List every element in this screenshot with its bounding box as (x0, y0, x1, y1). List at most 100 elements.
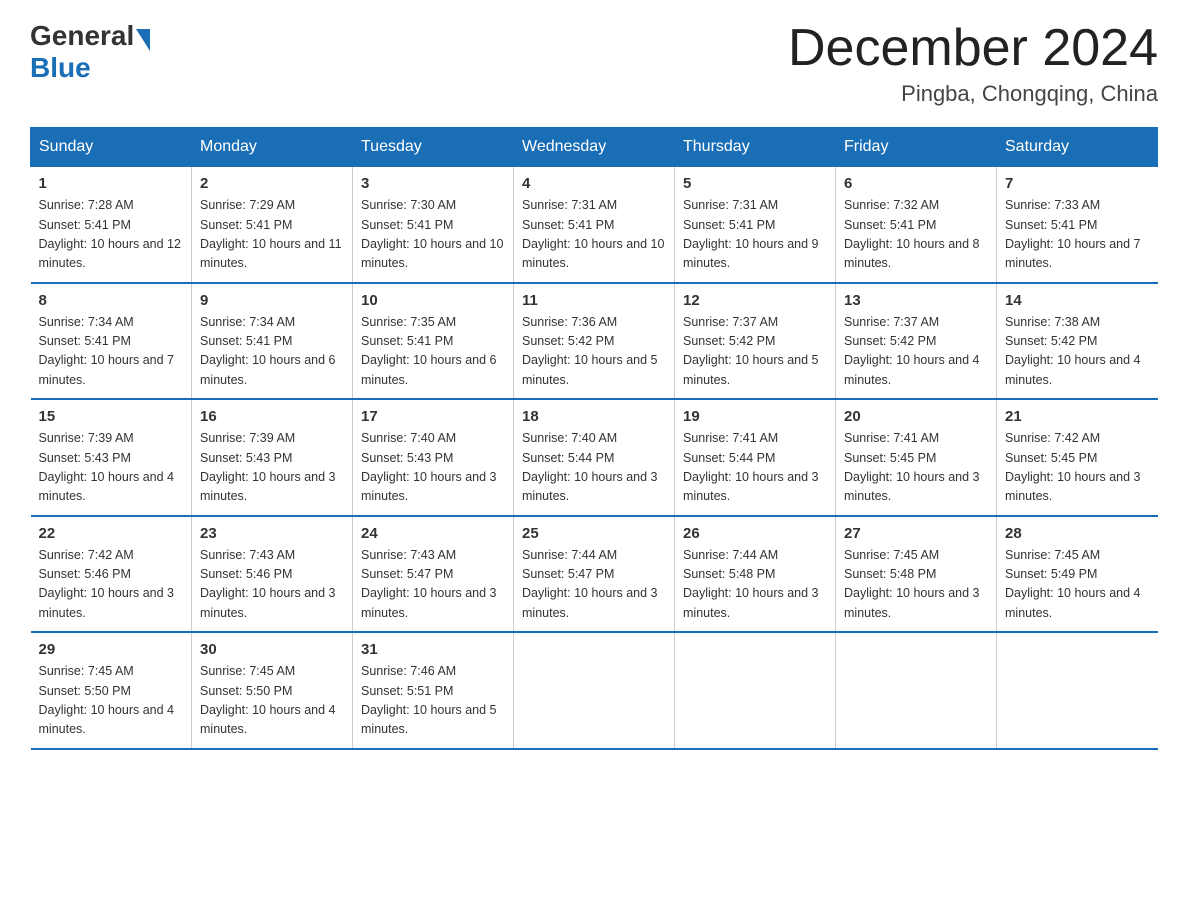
sunrise-label: Sunrise: 7:45 AM (39, 664, 134, 678)
daylight-label: Daylight: 10 hours and 4 minutes. (1005, 586, 1141, 619)
day-number: 12 (683, 292, 827, 309)
day-number: 11 (522, 292, 666, 309)
day-info: Sunrise: 7:31 AM Sunset: 5:41 PM Dayligh… (683, 196, 827, 274)
table-row: 17 Sunrise: 7:40 AM Sunset: 5:43 PM Dayl… (353, 399, 514, 516)
day-info: Sunrise: 7:41 AM Sunset: 5:45 PM Dayligh… (844, 429, 988, 507)
sunrise-label: Sunrise: 7:34 AM (200, 315, 295, 329)
sunrise-label: Sunrise: 7:33 AM (1005, 198, 1100, 212)
daylight-label: Daylight: 10 hours and 4 minutes. (1005, 353, 1141, 386)
day-number: 2 (200, 175, 344, 192)
table-row: 9 Sunrise: 7:34 AM Sunset: 5:41 PM Dayli… (192, 283, 353, 400)
sunset-label: Sunset: 5:43 PM (200, 451, 292, 465)
table-row: 28 Sunrise: 7:45 AM Sunset: 5:49 PM Dayl… (997, 516, 1158, 633)
table-row: 21 Sunrise: 7:42 AM Sunset: 5:45 PM Dayl… (997, 399, 1158, 516)
col-friday: Friday (836, 128, 997, 167)
table-row: 29 Sunrise: 7:45 AM Sunset: 5:50 PM Dayl… (31, 632, 192, 749)
table-row: 7 Sunrise: 7:33 AM Sunset: 5:41 PM Dayli… (997, 167, 1158, 283)
sunrise-label: Sunrise: 7:45 AM (200, 664, 295, 678)
calendar-week-row: 1 Sunrise: 7:28 AM Sunset: 5:41 PM Dayli… (31, 167, 1158, 283)
day-info: Sunrise: 7:35 AM Sunset: 5:41 PM Dayligh… (361, 313, 505, 391)
day-info: Sunrise: 7:33 AM Sunset: 5:41 PM Dayligh… (1005, 196, 1150, 274)
day-info: Sunrise: 7:39 AM Sunset: 5:43 PM Dayligh… (39, 429, 184, 507)
sunrise-label: Sunrise: 7:39 AM (200, 431, 295, 445)
sunrise-label: Sunrise: 7:44 AM (683, 548, 778, 562)
month-title: December 2024 (788, 20, 1158, 77)
sunset-label: Sunset: 5:42 PM (683, 334, 775, 348)
sunset-label: Sunset: 5:42 PM (522, 334, 614, 348)
table-row: 30 Sunrise: 7:45 AM Sunset: 5:50 PM Dayl… (192, 632, 353, 749)
sunset-label: Sunset: 5:48 PM (683, 567, 775, 581)
table-row (514, 632, 675, 749)
sunset-label: Sunset: 5:45 PM (1005, 451, 1097, 465)
table-row: 4 Sunrise: 7:31 AM Sunset: 5:41 PM Dayli… (514, 167, 675, 283)
calendar-header-row: Sunday Monday Tuesday Wednesday Thursday… (31, 128, 1158, 167)
day-number: 31 (361, 641, 505, 658)
table-row: 16 Sunrise: 7:39 AM Sunset: 5:43 PM Dayl… (192, 399, 353, 516)
sunrise-label: Sunrise: 7:46 AM (361, 664, 456, 678)
sunset-label: Sunset: 5:50 PM (39, 684, 131, 698)
sunset-label: Sunset: 5:41 PM (1005, 218, 1097, 232)
daylight-label: Daylight: 10 hours and 11 minutes. (200, 237, 342, 270)
page-header: General Blue December 2024 Pingba, Chong… (30, 20, 1158, 107)
day-info: Sunrise: 7:34 AM Sunset: 5:41 PM Dayligh… (200, 313, 344, 391)
sunrise-label: Sunrise: 7:38 AM (1005, 315, 1100, 329)
sunset-label: Sunset: 5:49 PM (1005, 567, 1097, 581)
table-row: 20 Sunrise: 7:41 AM Sunset: 5:45 PM Dayl… (836, 399, 997, 516)
day-number: 8 (39, 292, 184, 309)
sunrise-label: Sunrise: 7:31 AM (522, 198, 617, 212)
day-info: Sunrise: 7:38 AM Sunset: 5:42 PM Dayligh… (1005, 313, 1150, 391)
sunrise-label: Sunrise: 7:43 AM (361, 548, 456, 562)
sunrise-label: Sunrise: 7:29 AM (200, 198, 295, 212)
daylight-label: Daylight: 10 hours and 3 minutes. (522, 470, 658, 503)
daylight-label: Daylight: 10 hours and 7 minutes. (1005, 237, 1141, 270)
sunrise-label: Sunrise: 7:30 AM (361, 198, 456, 212)
table-row: 14 Sunrise: 7:38 AM Sunset: 5:42 PM Dayl… (997, 283, 1158, 400)
day-number: 16 (200, 408, 344, 425)
daylight-label: Daylight: 10 hours and 4 minutes. (39, 470, 175, 503)
sunset-label: Sunset: 5:43 PM (361, 451, 453, 465)
table-row (997, 632, 1158, 749)
sunset-label: Sunset: 5:47 PM (522, 567, 614, 581)
daylight-label: Daylight: 10 hours and 4 minutes. (200, 703, 336, 736)
day-number: 13 (844, 292, 988, 309)
sunset-label: Sunset: 5:41 PM (361, 334, 453, 348)
day-info: Sunrise: 7:44 AM Sunset: 5:47 PM Dayligh… (522, 546, 666, 624)
day-number: 5 (683, 175, 827, 192)
col-saturday: Saturday (997, 128, 1158, 167)
daylight-label: Daylight: 10 hours and 3 minutes. (200, 586, 336, 619)
day-info: Sunrise: 7:37 AM Sunset: 5:42 PM Dayligh… (683, 313, 827, 391)
day-number: 29 (39, 641, 184, 658)
day-info: Sunrise: 7:45 AM Sunset: 5:50 PM Dayligh… (200, 662, 344, 740)
sunrise-label: Sunrise: 7:28 AM (39, 198, 134, 212)
sunset-label: Sunset: 5:47 PM (361, 567, 453, 581)
logo: General Blue (30, 20, 152, 84)
daylight-label: Daylight: 10 hours and 3 minutes. (683, 586, 819, 619)
sunset-label: Sunset: 5:41 PM (683, 218, 775, 232)
day-info: Sunrise: 7:42 AM Sunset: 5:45 PM Dayligh… (1005, 429, 1150, 507)
day-number: 7 (1005, 175, 1150, 192)
day-info: Sunrise: 7:37 AM Sunset: 5:42 PM Dayligh… (844, 313, 988, 391)
daylight-label: Daylight: 10 hours and 6 minutes. (361, 353, 497, 386)
calendar-week-row: 15 Sunrise: 7:39 AM Sunset: 5:43 PM Dayl… (31, 399, 1158, 516)
sunrise-label: Sunrise: 7:32 AM (844, 198, 939, 212)
sunset-label: Sunset: 5:43 PM (39, 451, 131, 465)
sunrise-label: Sunrise: 7:35 AM (361, 315, 456, 329)
daylight-label: Daylight: 10 hours and 7 minutes. (39, 353, 175, 386)
sunset-label: Sunset: 5:41 PM (200, 218, 292, 232)
day-number: 24 (361, 525, 505, 542)
sunset-label: Sunset: 5:41 PM (522, 218, 614, 232)
day-info: Sunrise: 7:45 AM Sunset: 5:48 PM Dayligh… (844, 546, 988, 624)
sunrise-label: Sunrise: 7:42 AM (39, 548, 134, 562)
sunrise-label: Sunrise: 7:37 AM (683, 315, 778, 329)
table-row: 12 Sunrise: 7:37 AM Sunset: 5:42 PM Dayl… (675, 283, 836, 400)
sunset-label: Sunset: 5:42 PM (1005, 334, 1097, 348)
calendar-table: Sunday Monday Tuesday Wednesday Thursday… (30, 127, 1158, 750)
sunrise-label: Sunrise: 7:44 AM (522, 548, 617, 562)
day-info: Sunrise: 7:45 AM Sunset: 5:50 PM Dayligh… (39, 662, 184, 740)
table-row (675, 632, 836, 749)
table-row: 1 Sunrise: 7:28 AM Sunset: 5:41 PM Dayli… (31, 167, 192, 283)
col-sunday: Sunday (31, 128, 192, 167)
table-row: 10 Sunrise: 7:35 AM Sunset: 5:41 PM Dayl… (353, 283, 514, 400)
day-number: 23 (200, 525, 344, 542)
sunset-label: Sunset: 5:41 PM (39, 334, 131, 348)
